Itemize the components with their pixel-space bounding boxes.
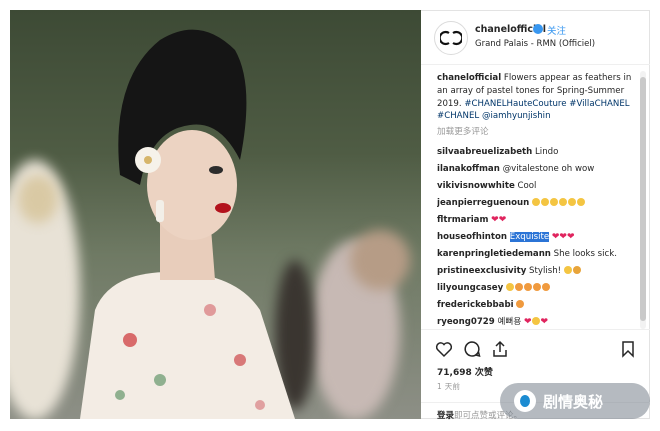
comment-username[interactable]: pristineexclusivity (437, 266, 526, 276)
location-link[interactable]: Grand Palais - RMN (Officiel) (475, 39, 595, 49)
emoji-icon (514, 282, 523, 291)
heart-emoji-icon: ❤ (566, 231, 575, 242)
comment-list: chanelofficial Flowers appear as feather… (437, 72, 641, 331)
clap-emoji-icon (541, 197, 550, 206)
comment-text: 예뻐용 (497, 316, 522, 327)
clap-emoji-icon (559, 197, 568, 206)
clap-emoji-icon (568, 197, 577, 206)
emoji-icon (523, 282, 532, 291)
comment-username[interactable]: ilanakoffman (437, 164, 500, 174)
comment-text: @vitalestone oh wow (502, 163, 595, 174)
emoji-icon (532, 282, 541, 291)
emoji-icon (572, 265, 581, 274)
emoji-icon (563, 265, 572, 274)
post-time: 1 天前 (437, 382, 461, 391)
post-photo (10, 10, 421, 419)
comment-username[interactable]: frederickebbabi (437, 300, 514, 310)
comment-username[interactable]: karenpringletiedemann (437, 249, 551, 259)
comment-username[interactable]: houseofhinton (437, 232, 507, 242)
load-more-comments-link[interactable]: 加载更多评论 (437, 126, 641, 139)
comment-item: pristineexclusivity Stylish! (437, 263, 641, 280)
hashtag-link[interactable]: #VillaCHANEL (569, 99, 629, 109)
screenshot-stage: { "header": { "account": "chanelofficial… (0, 0, 660, 431)
like-heart-icon[interactable] (435, 340, 453, 358)
hashtag-link[interactable]: #CHANELHauteCouture (464, 99, 566, 109)
like-count[interactable]: 71,698 次赞 (437, 365, 493, 378)
post-caption: chanelofficial Flowers appear as feather… (437, 72, 641, 123)
bookmark-icon[interactable] (619, 340, 637, 358)
login-link[interactable]: 登录 (437, 411, 454, 421)
emoji-icon (516, 299, 525, 308)
watermark: 剧情奥秘 (500, 383, 650, 419)
comment-item: frederickebbabi (437, 297, 641, 314)
comment-text: Stylish! (529, 265, 562, 276)
heart-emoji-icon: ❤ (523, 316, 532, 327)
comment-text-highlighted: Exquisite (509, 231, 550, 242)
clap-emoji-icon (532, 197, 541, 206)
avatar[interactable] (434, 21, 468, 55)
emoji-icon (531, 316, 540, 325)
hashtag-link[interactable]: #CHANEL (437, 111, 479, 121)
comment-item: silvaabreuelizabeth Lindo (437, 144, 641, 161)
comment-username[interactable]: jeanpierreguenoun (437, 198, 529, 208)
comment-item: vikivisnowwhite Cool (437, 178, 641, 195)
comment-icon[interactable] (463, 340, 481, 358)
post-header: chanelofficial 关注 Grand Palais - RMN (Of… (421, 11, 650, 65)
comment-text: She looks sick. (553, 248, 617, 259)
watermark-text: 剧情奥秘 (543, 392, 604, 411)
share-icon[interactable] (491, 340, 509, 358)
heart-emoji-icon: ❤ (540, 316, 549, 327)
comment-text: Lindo (535, 146, 559, 157)
clap-emoji-icon (577, 197, 586, 206)
comment-username[interactable]: vikivisnowwhite (437, 181, 515, 191)
comment-item: ilanakoffman @vitalestone oh wow (437, 161, 641, 178)
comment-username[interactable]: lilyoungcasey (437, 283, 503, 293)
heart-emoji-icon: ❤ (498, 214, 507, 225)
watermark-logo-icon (514, 390, 536, 412)
clap-emoji-icon (550, 197, 559, 206)
emoji-icon (505, 282, 514, 291)
follow-button[interactable]: 关注 (547, 23, 566, 37)
comment-username[interactable]: ryeong0729 (437, 317, 495, 327)
emoji-icon (541, 282, 550, 291)
comment-item: lilyoungcasey (437, 280, 641, 297)
model-figure (80, 29, 295, 419)
comment-item: jeanpierreguenoun (437, 195, 641, 212)
comment-text: Cool (517, 180, 537, 191)
heart-emoji-icon: ❤ (491, 214, 499, 225)
caption-username[interactable]: chanelofficial (437, 73, 501, 83)
comment-item: karenpringletiedemann She looks sick. (437, 246, 641, 263)
verified-badge-icon (533, 24, 543, 34)
scroll-thumb[interactable] (640, 77, 646, 321)
heart-emoji-icon: ❤ (559, 231, 567, 242)
comment-item: houseofhinton Exquisite ❤❤❤ (437, 229, 641, 246)
chanel-logo-icon (440, 30, 462, 46)
comment-item: fltrmariam ❤❤ (437, 212, 641, 229)
comment-username[interactable]: silvaabreuelizabeth (437, 147, 532, 157)
comment-username[interactable]: fltrmariam (437, 215, 488, 225)
post-side-panel: chanelofficial 关注 Grand Palais - RMN (Of… (421, 10, 650, 421)
comments-scrollbar[interactable] (640, 71, 646, 329)
mention-link[interactable]: @iamhyunjishin (482, 111, 551, 121)
